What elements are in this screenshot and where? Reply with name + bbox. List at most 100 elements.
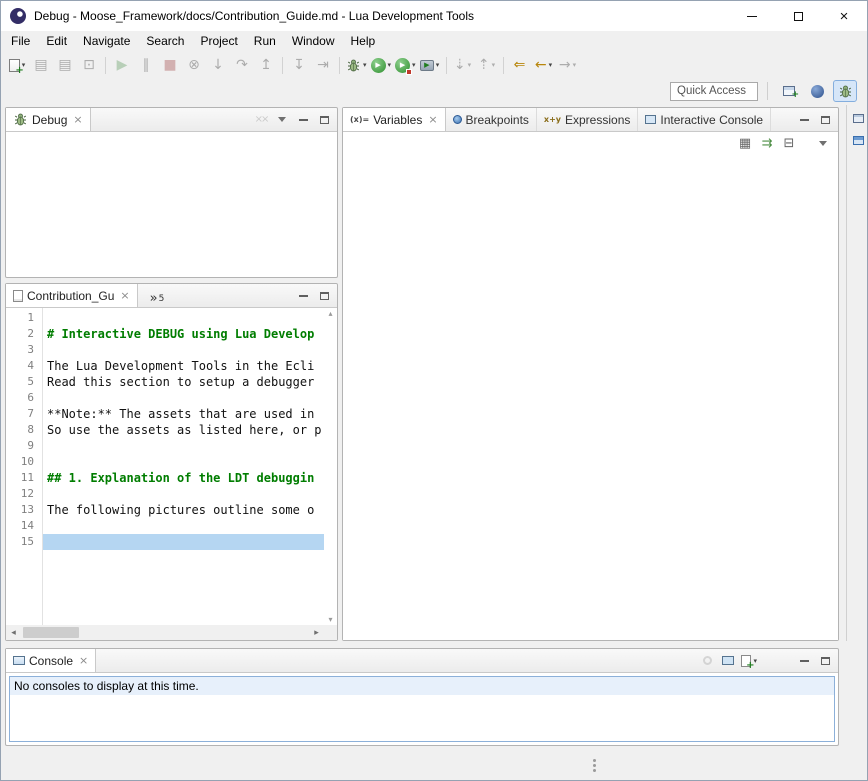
debug-button[interactable]: ▾ (344, 54, 369, 76)
menu-edit[interactable]: Edit (38, 31, 75, 52)
menu-window[interactable]: Window (284, 31, 343, 52)
tab-contribution-guide[interactable]: Contribution_Gu × (6, 284, 138, 307)
restore-view-button[interactable] (849, 109, 867, 127)
code-line[interactable] (43, 534, 324, 550)
code-line[interactable]: The following pictures outline some o (43, 502, 324, 518)
collapse-all-button[interactable]: ⊟ (779, 133, 799, 153)
scroll-left-icon[interactable]: ◂ (6, 628, 21, 638)
forward-button[interactable]: →▾ (556, 54, 580, 76)
disconnect-button[interactable]: ⊗ (182, 54, 206, 76)
dropdown-arrow-icon[interactable]: ▾ (412, 61, 416, 69)
window-minimize-button[interactable] (729, 1, 775, 31)
open-console-button[interactable]: ▾ (739, 651, 759, 671)
code-line[interactable] (43, 342, 324, 358)
tab-console[interactable]: Console × (6, 649, 96, 672)
step-return-button[interactable]: ↥ (254, 54, 278, 76)
last-edit-location-button[interactable]: ⇐ (508, 54, 532, 76)
editor-horizontal-scrollbar[interactable]: ◂ ▸ (6, 625, 324, 640)
editor-gutter[interactable]: 123456789101112131415 (6, 308, 43, 625)
debug-view-menu-button[interactable] (272, 110, 292, 130)
code-line[interactable]: **Note:** The assets that are used in (43, 406, 324, 422)
dropdown-arrow-icon[interactable]: ▾ (436, 61, 440, 69)
tab-breakpoints[interactable]: Breakpoints (446, 108, 537, 131)
dropdown-arrow-icon[interactable]: ▾ (573, 61, 577, 69)
scrollbar-thumb[interactable] (23, 627, 79, 638)
code-line[interactable] (43, 438, 324, 454)
console-minimize-button[interactable] (794, 651, 814, 671)
dropdown-arrow-icon[interactable]: ▾ (549, 61, 553, 69)
code-line[interactable] (43, 310, 324, 326)
scroll-up-icon[interactable]: ▴ (328, 309, 332, 318)
menu-run[interactable]: Run (246, 31, 284, 52)
menu-project[interactable]: Project (192, 31, 245, 52)
print-button[interactable]: ⊡ (77, 54, 101, 76)
editor-minimize-button[interactable] (293, 286, 313, 306)
dropdown-arrow-icon[interactable]: ▾ (363, 61, 367, 69)
code-line[interactable] (43, 390, 324, 406)
code-line[interactable]: ## 1. Explanation of the LDT debuggin (43, 470, 324, 486)
next-annotation-button[interactable]: ⇣▾ (451, 54, 475, 76)
quick-access-input[interactable]: Quick Access (670, 82, 758, 101)
variables-content[interactable] (343, 154, 838, 640)
terminate-button[interactable]: ■ (158, 54, 182, 76)
editor-maximize-button[interactable] (314, 286, 334, 306)
variables-view-menu-button[interactable] (813, 133, 833, 153)
console-maximize-button[interactable] (815, 651, 835, 671)
code-line[interactable]: Read this section to setup a debugger (43, 374, 324, 390)
dropdown-arrow-icon[interactable]: ▾ (388, 61, 392, 69)
step-into-button[interactable]: ↓ (206, 54, 230, 76)
step-over-button[interactable]: ↷ (230, 54, 254, 76)
tab-interactive-console[interactable]: Interactive Console (638, 108, 771, 131)
code-line[interactable]: So use the assets as listed here, or p (43, 422, 324, 438)
save-all-button[interactable]: ▤ (53, 54, 77, 76)
use-step-filters-button[interactable]: ⇥ (311, 54, 335, 76)
menu-search[interactable]: Search (138, 31, 192, 52)
display-selected-console-button[interactable] (718, 651, 738, 671)
debug-view-content[interactable] (6, 132, 337, 277)
debug-minimize-button[interactable] (293, 110, 313, 130)
close-tab-icon[interactable]: × (73, 113, 82, 126)
scroll-down-icon[interactable]: ▾ (328, 615, 332, 624)
variables-maximize-button[interactable] (815, 110, 835, 130)
tab-expressions[interactable]: x+yExpressions (537, 108, 638, 131)
menu-help[interactable]: Help (343, 31, 384, 52)
drop-to-frame-button[interactable]: ↧ (287, 54, 311, 76)
save-button[interactable]: ▤ (29, 54, 53, 76)
lua-perspective-button[interactable] (805, 80, 829, 102)
close-tab-icon[interactable]: × (428, 113, 437, 126)
minimized-view-button[interactable] (849, 131, 867, 149)
pin-console-button[interactable] (697, 651, 717, 671)
open-perspective-button[interactable] (777, 80, 801, 102)
debug-maximize-button[interactable] (314, 110, 334, 130)
remove-all-terminated-button[interactable]: ×× (251, 110, 271, 130)
coverage-button[interactable]: ▶▾ (393, 54, 418, 76)
window-close-button[interactable]: × (821, 1, 867, 31)
show-logical-structures-button[interactable]: ⇉ (757, 133, 777, 153)
statusbar-drag-handle[interactable] (593, 759, 596, 762)
menu-file[interactable]: File (3, 31, 38, 52)
back-button[interactable]: ←▾ (532, 54, 556, 76)
code-line[interactable] (43, 454, 324, 470)
scroll-right-icon[interactable]: ▸ (309, 628, 324, 638)
debug-perspective-button[interactable] (833, 80, 857, 102)
editor-tab-overflow[interactable]: » 5 (138, 284, 169, 307)
menu-navigate[interactable]: Navigate (75, 31, 138, 52)
suspend-button[interactable]: ∥ (134, 54, 158, 76)
code-line[interactable]: # Interactive DEBUG using Lua Develop (43, 326, 324, 342)
variables-minimize-button[interactable] (794, 110, 814, 130)
show-type-names-button[interactable]: ▦ (735, 133, 755, 153)
console-content[interactable]: No consoles to display at this time. (9, 676, 835, 742)
tab-variables[interactable]: (x)=Variables× (343, 108, 446, 131)
dropdown-arrow-icon[interactable]: ▾ (468, 61, 472, 69)
close-tab-icon[interactable]: × (79, 654, 88, 667)
code-line[interactable] (43, 518, 324, 534)
close-tab-icon[interactable]: × (120, 289, 129, 302)
run-button[interactable]: ▶▾ (369, 54, 394, 76)
new-button[interactable]: ▾ (5, 54, 29, 76)
editor-code[interactable]: # Interactive DEBUG using Lua Develop The… (43, 308, 324, 625)
previous-annotation-button[interactable]: ⇡▾ (475, 54, 499, 76)
code-line[interactable] (43, 486, 324, 502)
editor-vertical-scrollbar[interactable]: ▴ ▾ (324, 308, 337, 625)
external-tools-button[interactable]: ▶▾ (418, 54, 442, 76)
resume-button[interactable]: ▶ (110, 54, 134, 76)
